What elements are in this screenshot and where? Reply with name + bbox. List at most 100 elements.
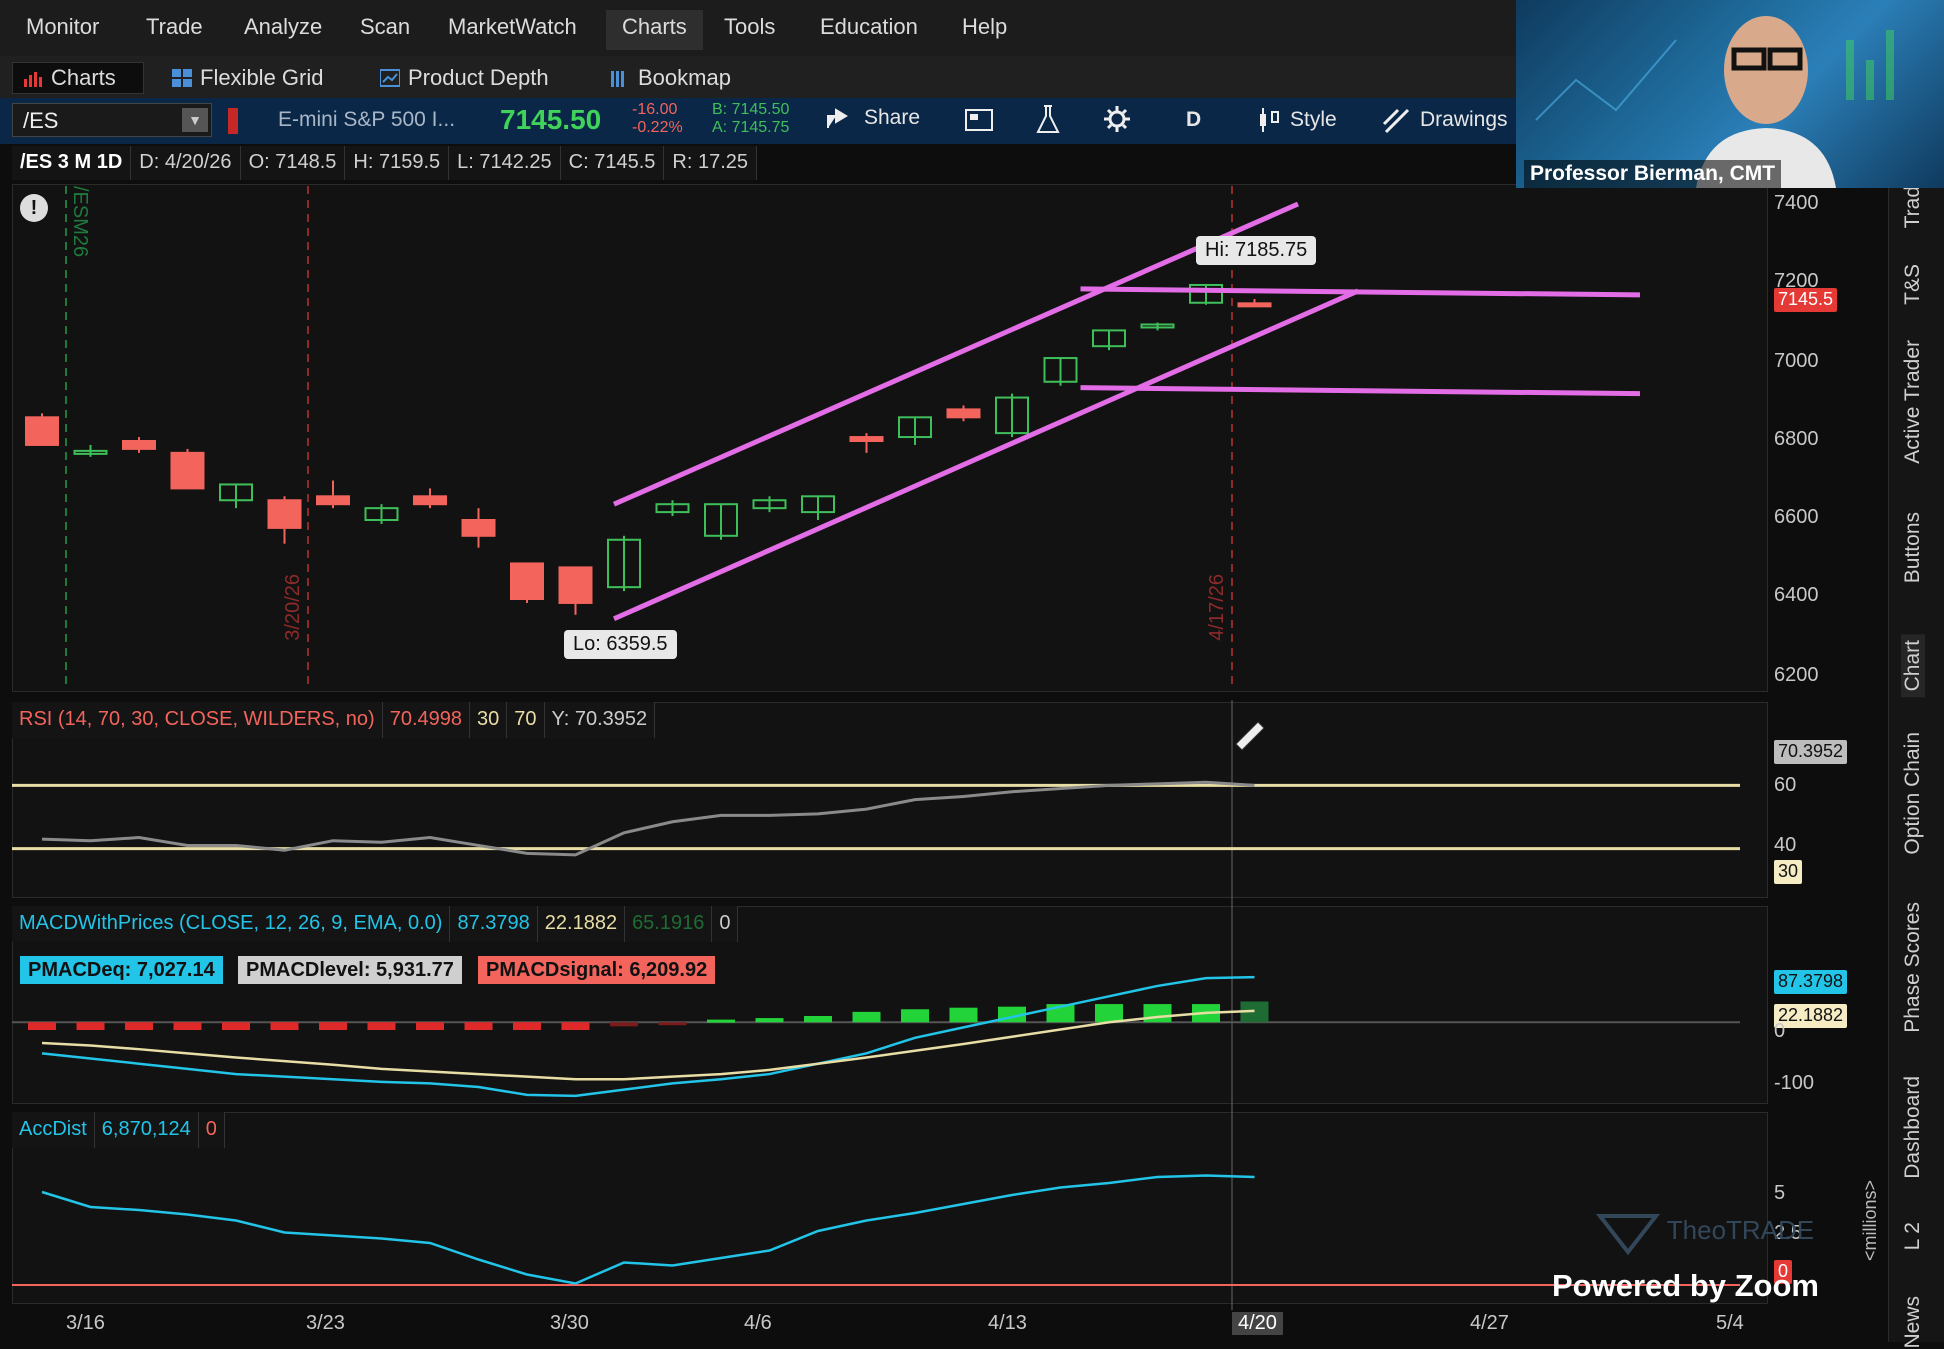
date-axis-label: 4/13 (988, 1312, 1027, 1334)
macd-zero: 0 (712, 906, 739, 942)
date-axis-label: 4/27 (1470, 1312, 1509, 1334)
rail-tab-phase-scores[interactable]: Phase Scores (1901, 902, 1925, 1033)
macd-avg: 22.1882 (537, 906, 626, 942)
macd-histogram-bar (707, 1019, 735, 1023)
rsi-value: 70.4998 (382, 702, 470, 738)
candle-down (170, 451, 205, 490)
rail-tab-buttons[interactable]: Buttons (1901, 512, 1925, 583)
macd-histogram-bar (270, 1022, 299, 1030)
macd-histogram-bar (76, 1022, 105, 1030)
candle-down (1237, 302, 1272, 308)
rail-tab-news[interactable]: News (1901, 1296, 1925, 1349)
macd-label: MACDWithPrices (CLOSE, 12, 26, 9, EMA, 0… (12, 906, 451, 942)
candle-down (122, 440, 156, 450)
macd-histogram-bar (1143, 1004, 1172, 1023)
macd-axis-zero: 0 (1774, 1020, 1786, 1042)
date-marker-label-2: 4/17/26 (1206, 574, 1228, 641)
macd-histogram-bar (513, 1022, 541, 1030)
accdist-header[interactable]: AccDist 6,870,124 0 (12, 1112, 225, 1148)
macd-histogram-bar (1095, 1004, 1123, 1023)
date-axis-label: 4/6 (744, 1312, 772, 1334)
rsi-overbought: 70 (507, 702, 545, 738)
price-axis-label: 6400 (1774, 584, 1819, 606)
expiration-marker-label: /ESM26 (69, 186, 91, 258)
rail-tab-chart[interactable]: Chart (1901, 634, 1925, 698)
accdist-label: AccDist (12, 1112, 95, 1148)
zoom-overlay-label: Powered by Zoom (1552, 1268, 1819, 1303)
rsi-oversold: 30 (470, 702, 508, 738)
macd-histogram-bar (852, 1011, 881, 1023)
chart-canvas[interactable] (0, 0, 1944, 1342)
macd-value-tag: 87.3798 (1774, 970, 1848, 994)
side-rail: Trad T&S Active Trader Buttons Chart Opt… (1888, 186, 1944, 1349)
date-axis-label: 3/23 (306, 1312, 345, 1334)
resistance-line (1080, 286, 1641, 298)
macd-histogram-bar (367, 1022, 396, 1030)
high-callout: Hi: 7185.75 (1196, 236, 1317, 265)
rsi-axis-label: 60 (1774, 774, 1797, 796)
webcam-name-label: Professor Bierman, CMT (1524, 160, 1782, 188)
macd-histogram-bar (416, 1022, 444, 1030)
pencil-cursor-icon (1235, 721, 1265, 751)
candle-down (25, 416, 59, 446)
rail-tab-trade[interactable]: Trad (1901, 186, 1925, 228)
date-axis-cursor-label: 4/20 (1232, 1312, 1283, 1335)
pmacd-eq-badge: PMACDeq: 7,027.14 (20, 956, 223, 984)
theotrade-logo-icon (1595, 1214, 1661, 1256)
rsi-line (41, 780, 1255, 857)
accdist-axis-label: 5 (1774, 1182, 1786, 1204)
macd-value: 87.3798 (450, 906, 538, 942)
pmacd-signal-badge: PMACDsignal: 6,209.92 (478, 956, 716, 984)
macd-histogram-bar (28, 1022, 56, 1030)
support-line (1080, 385, 1641, 397)
rsi-30-tag: 30 (1774, 860, 1803, 884)
price-axis-label: 7400 (1774, 192, 1819, 214)
candle-down (413, 495, 447, 506)
rsi-header[interactable]: RSI (14, 70, 30, CLOSE, WILDERS, no) 70.… (12, 702, 656, 738)
accdist-zero: 0 (198, 1112, 225, 1148)
macd-histogram-bar (125, 1022, 153, 1030)
macd-header[interactable]: MACDWithPrices (CLOSE, 12, 26, 9, EMA, 0… (12, 906, 739, 942)
rail-tab-dashboard[interactable]: Dashboard (1901, 1076, 1925, 1179)
watermark-logo: TheoTRADE (1595, 1208, 1815, 1256)
date-axis-label: 3/16 (66, 1312, 105, 1334)
pmacd-level-badge: PMACDlevel: 5,931.77 (238, 956, 462, 984)
date-axis-label: 5/4 (1716, 1312, 1744, 1334)
price-axis-label: 6600 (1774, 506, 1819, 528)
macd-histogram-bar (901, 1009, 929, 1023)
rsi-cursor-value: Y: 70.3952 (544, 702, 656, 738)
price-axis-label: 6200 (1774, 664, 1819, 686)
candle-down (510, 562, 544, 601)
candle-down (946, 408, 981, 419)
macd-histogram-bar (464, 1022, 493, 1030)
macd-histogram-bar (222, 1022, 250, 1030)
candle-down (558, 566, 593, 604)
candle-down (849, 436, 884, 442)
price-axis-label: 7000 (1774, 350, 1819, 372)
macd-histogram-bar (755, 1018, 784, 1023)
price-axis-label: 6800 (1774, 428, 1819, 450)
macd-histogram-bar (949, 1007, 978, 1023)
candle-down (267, 499, 302, 529)
candle-down (461, 519, 496, 537)
rail-tab-option-chain[interactable]: Option Chain (1901, 732, 1925, 855)
macd-histogram-bar (561, 1022, 590, 1030)
date-marker-label-1: 3/20/26 (282, 574, 304, 641)
low-callout: Lo: 6359.5 (564, 630, 677, 659)
rail-tab-active-trader[interactable]: Active Trader (1901, 340, 1925, 464)
accdist-units: <millions> (1860, 1180, 1880, 1262)
rail-tab-time-sales[interactable]: T&S (1901, 264, 1925, 305)
candle-down (316, 495, 350, 506)
rail-tab-level2[interactable]: L 2 (1901, 1222, 1925, 1250)
macd-histogram-bar (610, 1022, 638, 1027)
accdist-line (41, 1174, 1255, 1285)
macd-axis-neg: -100 (1774, 1072, 1815, 1094)
date-axis-label: 3/30 (550, 1312, 589, 1334)
macd-histogram-bar (319, 1022, 347, 1030)
alert-icon[interactable]: ! (20, 194, 48, 222)
macd-histogram-bar (173, 1022, 202, 1030)
macd-histogram-bar (804, 1016, 832, 1023)
rsi-value-tag: 70.3952 (1774, 740, 1848, 764)
watermark-text: TheoTRADE (1666, 1214, 1815, 1245)
macd-diff: 65.1916 (625, 906, 713, 942)
